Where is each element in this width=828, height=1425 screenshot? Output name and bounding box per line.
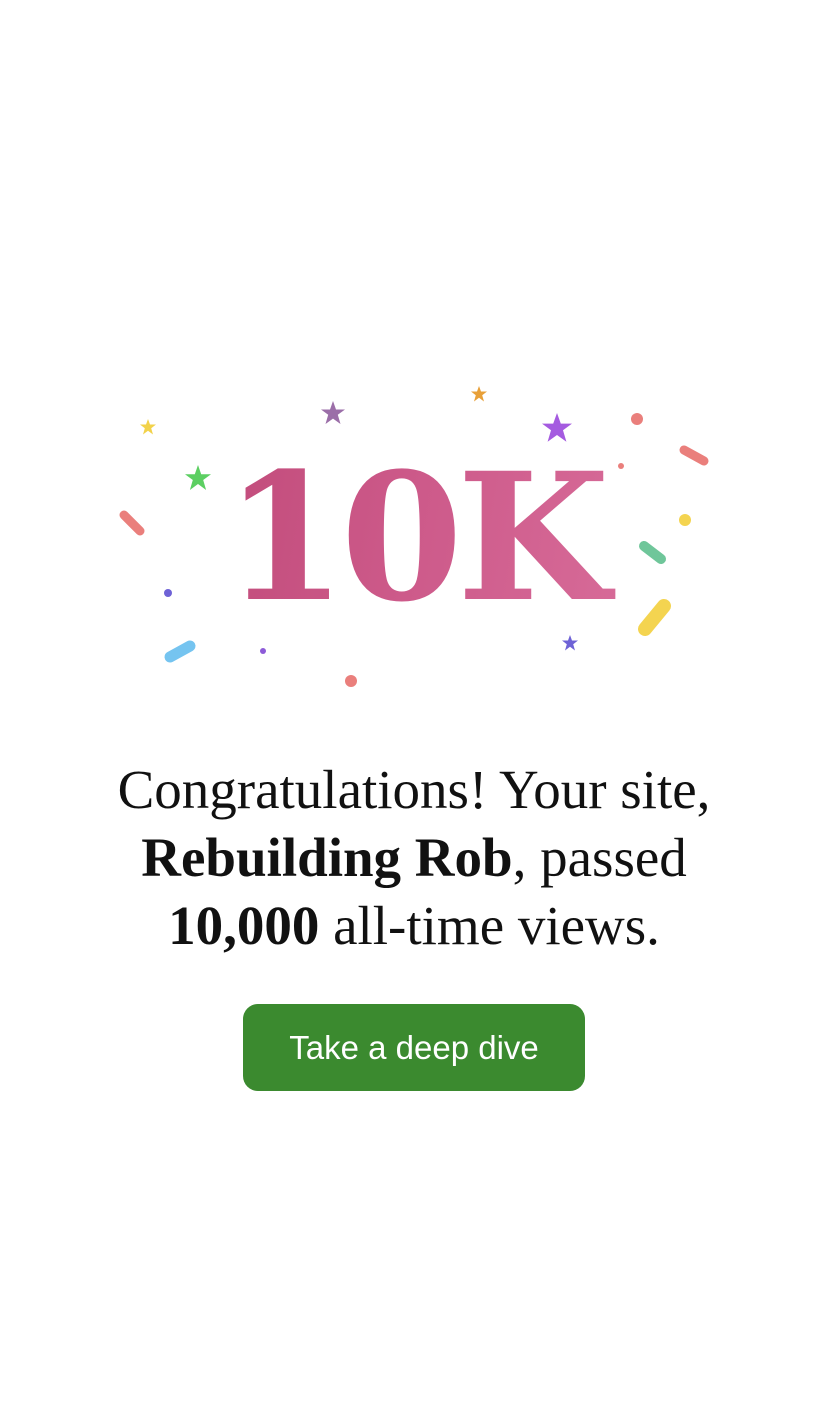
star-icon — [321, 401, 345, 424]
message-after-views: all-time views. — [319, 895, 660, 956]
views-count: 10,000 — [168, 895, 320, 956]
confetti-dot — [260, 648, 266, 654]
congratulations-message: Congratulations! Your site, Rebuilding R… — [40, 756, 788, 960]
milestone-badge: 10K — [0, 438, 828, 638]
star-icon — [471, 386, 487, 402]
confetti-dot — [345, 675, 357, 687]
site-name: Rebuilding Rob — [141, 827, 513, 888]
milestone-page: 10K Congratulations! Your site, Rebuildi… — [0, 0, 828, 1425]
message-after-site: , passed — [512, 827, 687, 888]
message-intro: Congratulations! Your site, — [117, 759, 711, 820]
deep-dive-button[interactable]: Take a deep dive — [243, 1004, 585, 1091]
star-icon — [140, 419, 156, 435]
confetti-dot — [631, 413, 643, 425]
confetti-streamer — [164, 640, 196, 663]
